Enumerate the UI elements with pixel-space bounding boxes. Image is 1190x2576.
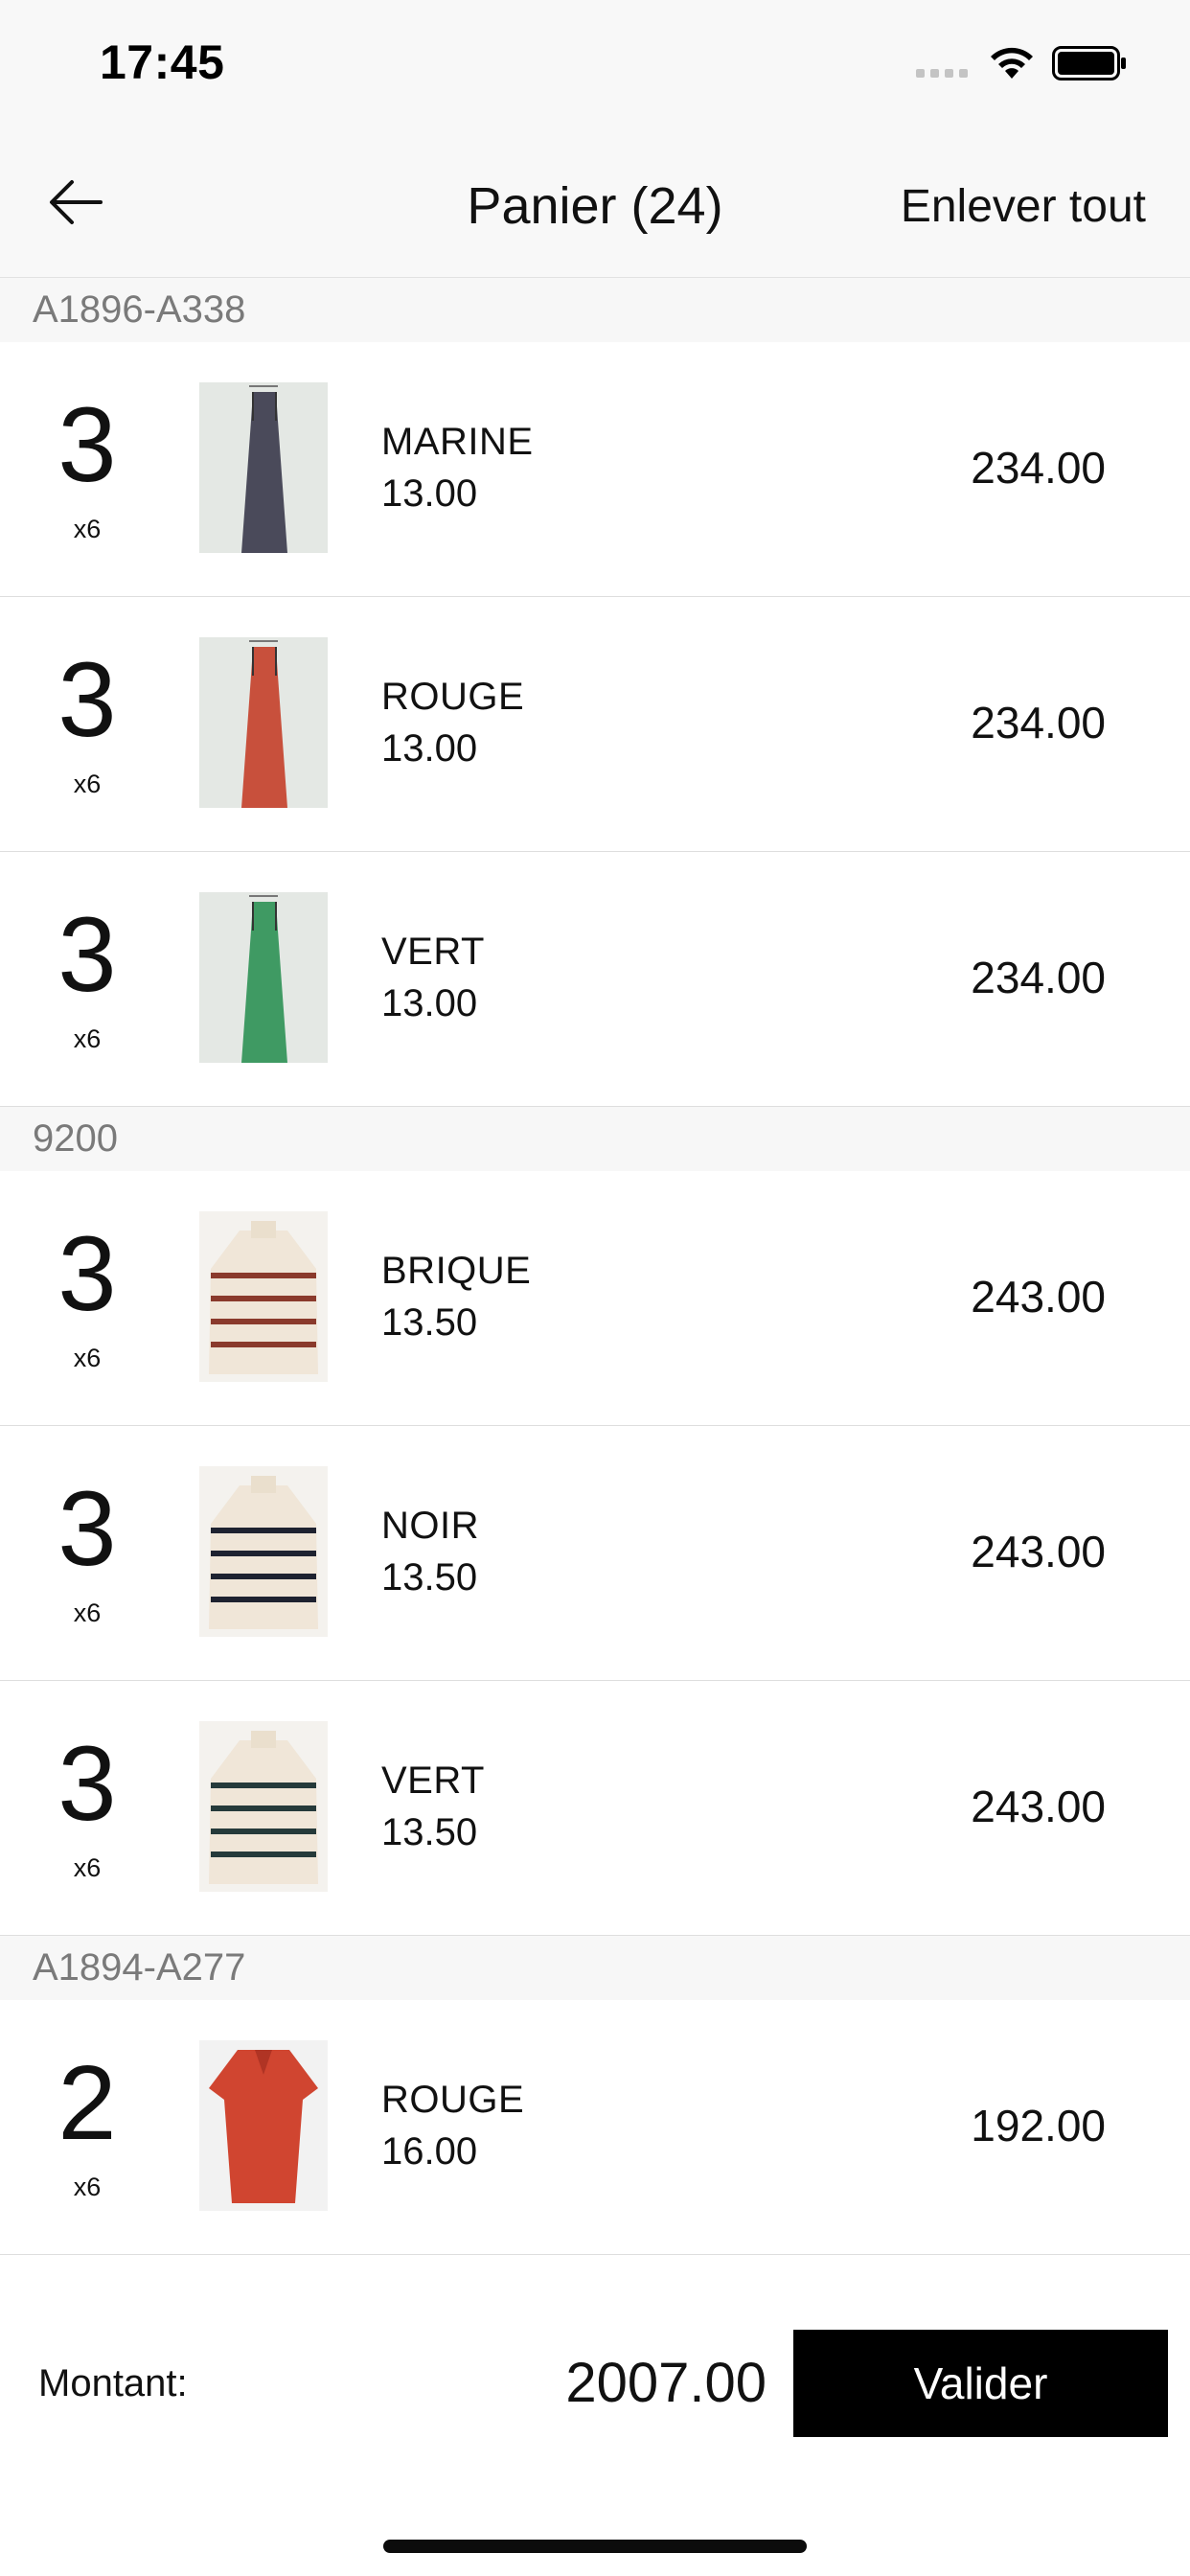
back-arrow-icon <box>50 180 103 224</box>
product-thumbnail[interactable] <box>199 1466 328 1637</box>
product-thumbnail[interactable] <box>199 1721 328 1892</box>
cart-item-row[interactable]: 3 x6 BRIQUE 13.50 243.00 <box>0 1171 1190 1426</box>
home-indicator <box>383 2540 807 2553</box>
cart-item-row[interactable]: 3 x6 VERT 13.50 243.00 <box>0 1681 1190 1936</box>
amount-label: Montant: <box>38 2362 188 2404</box>
line-total: 234.00 <box>971 443 1106 493</box>
unit-price: 16.00 <box>381 2130 478 2173</box>
product-thumbnail[interactable] <box>199 637 328 808</box>
quantity: 3 <box>57 1470 117 1588</box>
color-name: NOIR <box>381 1505 479 1547</box>
product-thumbnail[interactable] <box>199 382 328 553</box>
validate-button[interactable]: Valider <box>793 2330 1168 2437</box>
color-name: VERT <box>381 1760 485 1802</box>
cart-list[interactable]: A1896-A338 3 x6 MARINE 13.00 234.00 3 x6 ROUGE 13… <box>0 278 1190 2295</box>
cart-item-row[interactable]: 3 x6 VERT 13.00 234.00 <box>0 852 1190 1107</box>
unit-price: 13.00 <box>381 727 478 770</box>
quantity: 3 <box>57 386 117 504</box>
quantity: 2 <box>57 2044 117 2162</box>
pack-multiplier: x6 <box>73 1598 102 1627</box>
unit-price: 13.50 <box>381 1556 478 1598</box>
clear-all-button[interactable]: Enlever tout <box>901 180 1146 233</box>
pack-multiplier: x6 <box>73 770 102 798</box>
cart-item-row[interactable]: 3 x6 ROUGE 13.00 234.00 <box>0 597 1190 852</box>
pack-multiplier: x6 <box>73 2173 102 2201</box>
line-total: 243.00 <box>971 1527 1106 1576</box>
color-name: BRIQUE <box>381 1250 532 1292</box>
amount-value: 2007.00 <box>565 2352 767 2414</box>
cart-item-row[interactable]: 3 x6 NOIR 13.50 243.00 <box>0 1426 1190 1681</box>
line-total: 234.00 <box>971 698 1106 748</box>
product-thumbnail[interactable] <box>199 2040 328 2211</box>
unit-price: 13.50 <box>381 1301 478 1344</box>
pack-multiplier: x6 <box>73 1853 102 1882</box>
pack-multiplier: x6 <box>73 1024 102 1053</box>
pack-multiplier: x6 <box>73 1344 102 1372</box>
cart-item-row[interactable]: 3 x6 MARINE 13.00 234.00 <box>0 342 1190 597</box>
back-button[interactable] <box>42 172 109 232</box>
battery-icon <box>1052 46 1126 80</box>
color-name: ROUGE <box>381 676 525 718</box>
status-bar: 17:45 <box>0 0 1190 126</box>
quantity: 3 <box>57 641 117 759</box>
pack-multiplier: x6 <box>73 515 102 543</box>
checkout-footer: Montant: 2007.00 Valider <box>0 2295 1190 2576</box>
section-header: 9200 <box>0 1107 1190 1171</box>
product-thumbnail[interactable] <box>199 892 328 1063</box>
color-name: ROUGE <box>381 2079 525 2121</box>
section-header: A1894-A277 <box>0 1936 1190 2000</box>
quantity: 3 <box>57 896 117 1014</box>
line-total: 192.00 <box>971 2101 1106 2150</box>
unit-price: 13.00 <box>381 982 478 1024</box>
cellular-signal-icon <box>916 69 968 78</box>
section-header: A1896-A338 <box>0 278 1190 342</box>
cart-item-row[interactable]: 2 x6 ROUGE 16.00 192.00 <box>0 2000 1190 2255</box>
unit-price: 13.50 <box>381 1811 478 1853</box>
color-name: VERT <box>381 931 485 973</box>
line-total: 243.00 <box>971 1272 1106 1322</box>
nav-bar: Panier (24) Enlever tout <box>0 126 1190 278</box>
product-thumbnail[interactable] <box>199 1211 328 1382</box>
color-name: MARINE <box>381 421 534 463</box>
unit-price: 13.00 <box>381 472 478 515</box>
wifi-icon <box>991 47 1033 79</box>
status-time: 17:45 <box>100 35 225 89</box>
quantity: 3 <box>57 1215 117 1333</box>
line-total: 234.00 <box>971 953 1106 1002</box>
line-total: 243.00 <box>971 1782 1106 1831</box>
quantity: 3 <box>57 1725 117 1843</box>
